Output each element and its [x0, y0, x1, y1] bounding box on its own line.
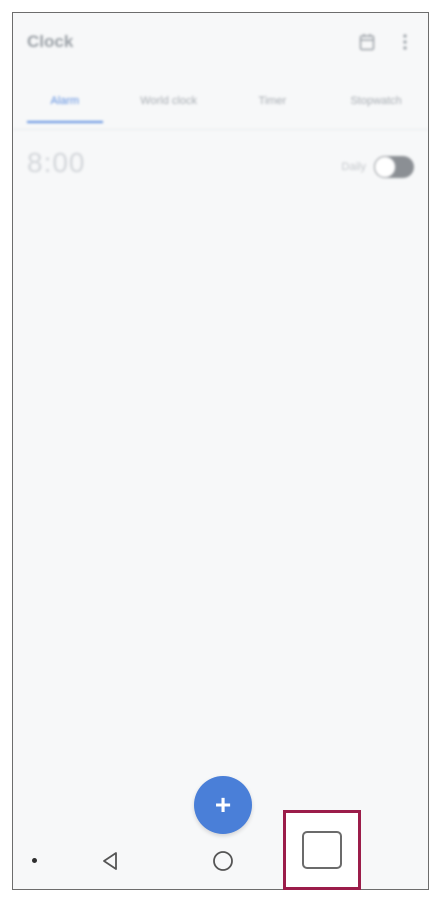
nav-dot-icon — [32, 858, 37, 863]
tab-timer-label: Timer — [258, 95, 287, 107]
tab-stopwatch-label: Stopwatch — [350, 95, 402, 107]
home-circle-icon[interactable] — [211, 849, 235, 878]
tab-alarm-label: Alarm — [50, 95, 80, 107]
more-vert-icon[interactable] — [390, 27, 420, 57]
calendar-icon[interactable] — [352, 27, 382, 57]
add-alarm-button[interactable]: + — [194, 776, 252, 834]
navigation-bar — [13, 831, 428, 889]
alarm-toggle[interactable] — [374, 156, 414, 178]
calendar-icon-glyph — [359, 34, 375, 51]
tab-world-clock[interactable]: World clock — [117, 73, 221, 129]
phone-screen: Clock Alarm World clock Timer Stopwatch … — [12, 12, 429, 890]
tab-divider — [13, 129, 428, 130]
home-circle-glyph — [213, 851, 233, 871]
recents-highlight-box — [283, 810, 361, 890]
tab-bar: Alarm World clock Timer Stopwatch — [13, 73, 428, 129]
tab-stopwatch[interactable]: Stopwatch — [324, 73, 428, 129]
recents-square-icon[interactable] — [302, 831, 342, 869]
tab-timer[interactable]: Timer — [221, 73, 325, 129]
back-triangle-glyph — [103, 852, 117, 870]
tab-world-clock-label: World clock — [140, 95, 197, 107]
tab-alarm[interactable]: Alarm — [13, 73, 117, 129]
plus-icon: + — [214, 789, 232, 820]
app-bar: Clock — [13, 13, 428, 71]
alarm-list-item[interactable]: 8:00 Daily — [13, 137, 428, 207]
alarm-repeat-status: Daily — [341, 161, 366, 173]
more-vert-icon-glyph — [403, 34, 407, 50]
back-triangle-icon[interactable] — [99, 849, 121, 878]
alarm-time: 8:00 — [27, 147, 86, 178]
toggle-knob — [374, 156, 396, 178]
app-title: Clock — [27, 32, 74, 51]
